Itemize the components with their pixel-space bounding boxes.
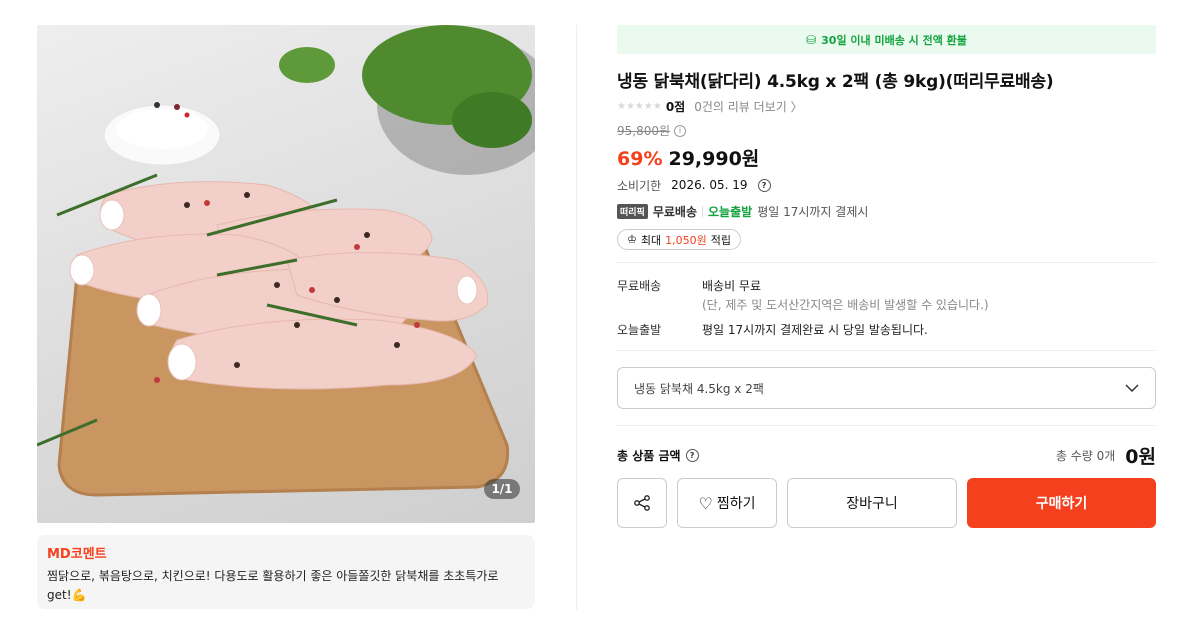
total-row: 총 상품 금액 ? 총 수량 0개 0원 (617, 442, 1156, 468)
dispatch-condition: 평일 17시까지 결제시 (757, 204, 869, 219)
chevron-down-icon (1125, 381, 1139, 395)
rating-score: 0점 (665, 99, 686, 114)
buy-button[interactable]: 구매하기 (967, 478, 1156, 528)
wish-label: 찜하기 (716, 496, 756, 512)
total-amount: 0원 (1125, 445, 1156, 468)
star-rating-icon: ★★★★★ (617, 100, 662, 112)
detail-key: 무료배송 (617, 279, 662, 293)
md-comment-text: 찜닭으로, 볶음탕으로, 치킨으로! 다용도로 활용하기 좋은 아들쫄깃한 닭북… (47, 569, 499, 602)
points-amount: 1,050원 (665, 233, 707, 247)
detail-row-today-dispatch: 오늘출발 평일 17시까지 결제완료 시 당일 발송됩니다. (617, 321, 1156, 340)
product-title: 냉동 닭북채(닭다리) 4.5kg x 2팩 (총 9kg)(떠리무료배송) (617, 72, 1054, 92)
points-badge: ♔ 최대 1,050원 적립 (617, 229, 741, 250)
help-icon[interactable]: ? (757, 178, 771, 192)
total-quantity: 총 수량 0개 (1055, 448, 1116, 463)
help-icon[interactable]: ? (685, 448, 699, 462)
detail-key: 오늘출발 (617, 323, 662, 337)
divider-line (617, 425, 1156, 426)
detail-value: 평일 17시까지 결제완료 시 당일 발송됩니다. (702, 323, 928, 337)
product-page: 1/1 MD코멘트 찜닭으로, 볶음탕으로, 치킨으로! 다용도로 활용하기 좋… (0, 0, 1203, 619)
column-divider (576, 25, 577, 610)
detail-subtext: (단, 제주 및 도서산간지역은 배송비 발생할 수 있습니다.) (702, 298, 989, 312)
product-image[interactable]: 1/1 (37, 25, 535, 523)
original-price: 95,800원 (617, 124, 671, 138)
share-icon (634, 495, 650, 511)
image-counter: 1/1 (484, 479, 520, 499)
points-suffix: 적립 (710, 233, 731, 247)
action-buttons: ♡ 찜하기 장바구니 구매하기 (617, 478, 1156, 528)
today-dispatch-label: 오늘출발 (708, 204, 753, 219)
wish-button[interactable]: ♡ 찜하기 (677, 478, 777, 528)
md-comment-box: MD코멘트 찜닭으로, 볶음탕으로, 치킨으로! 다용도로 활용하기 좋은 아들… (37, 535, 535, 609)
detail-value: 배송비 무료 (702, 279, 762, 293)
expiry-label: 소비기한 (617, 178, 662, 193)
expiry-value: 2026. 05. 19 (671, 178, 748, 192)
rating-row: ★★★★★ 0점 0건의 리뷰 더보기 〉 (617, 98, 1156, 114)
chicken-drumsticks-illustration (37, 25, 535, 497)
divider-line (617, 350, 1156, 351)
crown-icon: ♔ (627, 233, 637, 246)
shipping-summary: 떠리픽 무료배송 오늘출발 평일 17시까지 결제시 (617, 203, 1156, 219)
points-prefix: 최대 (640, 233, 662, 247)
cart-button[interactable]: 장바구니 (787, 478, 957, 528)
share-button[interactable] (617, 478, 667, 528)
refund-banner: ⛁ 30일 이내 미배송 시 전액 환불 (617, 25, 1156, 54)
money-icon: ⛁ (806, 32, 817, 47)
original-price-row: 95,800원 i (617, 123, 1156, 138)
review-more-link[interactable]: 0건의 리뷰 더보기 〉 (694, 98, 802, 115)
ttari-pick-badge: 떠리픽 (617, 203, 648, 219)
discount-rate: 69% (617, 148, 663, 170)
sale-price: 29,990원 (668, 148, 760, 170)
refund-banner-text: 30일 이내 미배송 시 전액 환불 (821, 33, 967, 47)
option-select[interactable]: 냉동 닭북채 4.5kg x 2팩 (617, 367, 1156, 409)
md-comment-title: MD코멘트 (47, 547, 107, 562)
heart-icon: ♡ (698, 493, 713, 513)
product-gallery: 1/1 (37, 25, 535, 523)
divider-line (617, 262, 1156, 263)
total-label: 총 상품 금액 (617, 448, 681, 463)
info-icon[interactable]: i (674, 124, 687, 137)
separator (702, 205, 704, 217)
free-shipping-label: 무료배송 (652, 204, 698, 219)
detail-row-free-shipping: 무료배송 배송비 무료 (단, 제주 및 도서산간지역은 배송비 발생할 수 있… (617, 277, 1156, 315)
expiry-row: 소비기한 2026. 05. 19 ? (617, 177, 1156, 193)
shipping-details: 무료배송 배송비 무료 (단, 제주 및 도서산간지역은 배송비 발생할 수 있… (617, 277, 1156, 340)
price-row: 69% 29,990원 (617, 144, 1156, 170)
option-select-value: 냉동 닭북채 4.5kg x 2팩 (634, 381, 764, 396)
product-info: ⛁ 30일 이내 미배송 시 전액 환불 냉동 닭북채(닭다리) 4.5kg x… (617, 25, 1156, 528)
